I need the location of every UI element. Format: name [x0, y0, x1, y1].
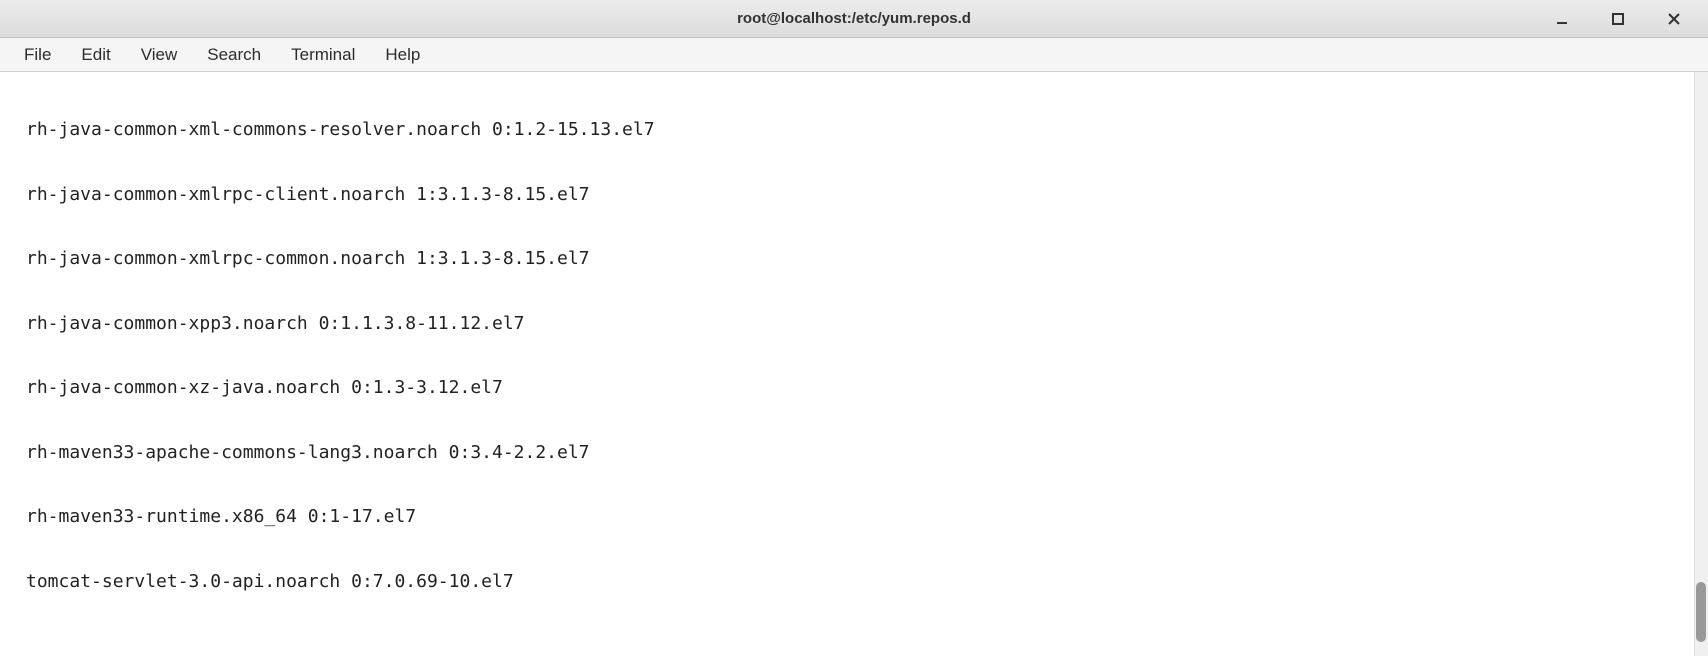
window-controls: [1548, 0, 1700, 38]
titlebar: root@localhost:/etc/yum.repos.d: [0, 0, 1708, 38]
close-button[interactable]: [1660, 5, 1688, 33]
menubar: File Edit View Search Terminal Help: [0, 38, 1708, 72]
terminal-output[interactable]: rh-java-common-xml-commons-resolver.noar…: [0, 72, 1708, 656]
menu-view[interactable]: View: [127, 41, 192, 69]
output-line: rh-java-common-xpp3.noarch 0:1.1.3.8-11.…: [2, 313, 1706, 335]
menu-terminal[interactable]: Terminal: [277, 41, 369, 69]
menu-edit[interactable]: Edit: [67, 41, 124, 69]
output-line: rh-maven33-apache-commons-lang3.noarch 0…: [2, 442, 1706, 464]
output-line: rh-maven33-runtime.x86_64 0:1-17.el7: [2, 506, 1706, 528]
menu-file[interactable]: File: [10, 41, 65, 69]
scrollthumb[interactable]: [1696, 582, 1706, 642]
output-line: tomcat-servlet-3.0-api.noarch 0:7.0.69-1…: [2, 571, 1706, 593]
scrollbar[interactable]: [1694, 72, 1708, 656]
output-line: rh-java-common-xz-java.noarch 0:1.3-3.12…: [2, 377, 1706, 399]
output-line: rh-java-common-xmlrpc-common.noarch 1:3.…: [2, 248, 1706, 270]
menu-help[interactable]: Help: [371, 41, 434, 69]
blank-line: [2, 635, 1706, 656]
output-line: rh-java-common-xmlrpc-client.noarch 1:3.…: [2, 184, 1706, 206]
window-title: root@localhost:/etc/yum.repos.d: [737, 10, 971, 27]
menu-search[interactable]: Search: [193, 41, 275, 69]
maximize-button[interactable]: [1604, 5, 1632, 33]
minimize-button[interactable]: [1548, 5, 1576, 33]
output-line: rh-java-common-xml-commons-resolver.noar…: [2, 119, 1706, 141]
